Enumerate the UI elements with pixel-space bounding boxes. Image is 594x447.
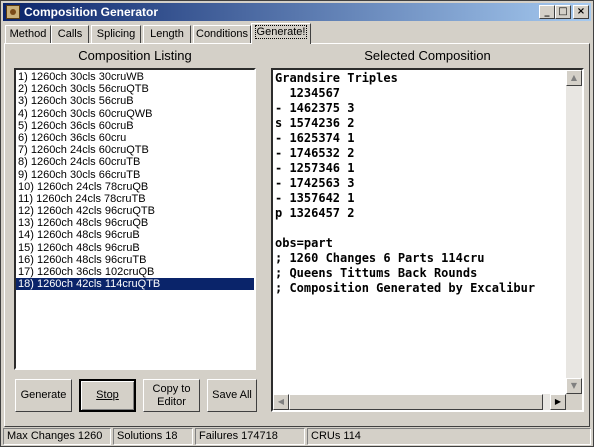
save-all-button-label: Save All xyxy=(212,389,252,401)
status-failures: Failures 174718 xyxy=(195,428,305,445)
maximize-button[interactable]: □ xyxy=(555,5,571,19)
composition-list-item[interactable]: 10) 1260ch 24cls 78cruQB xyxy=(16,181,254,193)
composition-list-item[interactable]: 14) 1260ch 48cls 96cruB xyxy=(16,229,254,241)
arrow-up-icon[interactable]: ▲ xyxy=(566,70,582,86)
composition-line: - 1746532 2 xyxy=(275,146,355,160)
copy-to-editor-label-line2: Editor xyxy=(157,395,186,408)
selected-composition-heading: Selected Composition xyxy=(364,48,491,63)
tab-method-label: Method xyxy=(9,28,47,40)
composition-list-item[interactable]: 8) 1260ch 24cls 60cruTB xyxy=(16,156,254,168)
horizontal-scroll-thumb[interactable] xyxy=(289,394,543,410)
tab-splicing-label: Splicing xyxy=(96,28,136,40)
composition-line: - 1257346 1 xyxy=(275,161,355,175)
composition-line: ; 1260 Changes 6 Parts 114cru xyxy=(275,251,485,265)
tab-calls-label: Calls xyxy=(57,28,83,40)
composition-generator-window: Composition Generator _ □ × Method Calls… xyxy=(0,0,594,447)
tab-length[interactable]: Length xyxy=(143,25,191,43)
copy-to-editor-button[interactable]: Copy to Editor xyxy=(143,379,200,412)
composition-line: - 1742563 3 xyxy=(275,176,355,190)
composition-line: Grandsire Triples xyxy=(275,71,398,85)
composition-line: p 1326457 2 xyxy=(275,206,355,220)
status-max-changes: Max Changes 1260 xyxy=(3,428,111,445)
composition-list-item[interactable]: 18) 1260ch 42cls 114cruQTB xyxy=(16,278,254,291)
arrow-right-icon[interactable]: ▶ xyxy=(550,394,566,410)
composition-list-item[interactable]: 16) 1260ch 48cls 96cruTB xyxy=(16,254,254,266)
composition-line: - 1462375 3 xyxy=(275,101,355,115)
tab-length-label: Length xyxy=(150,28,184,40)
composition-line xyxy=(275,221,535,236)
composition-text[interactable]: Grandsire Triples 1234567- 1462375 3s 15… xyxy=(275,71,535,296)
composition-list-item[interactable]: 2) 1260ch 30cls 56cruQTB xyxy=(16,83,254,95)
composition-list-item[interactable]: 13) 1260ch 48cls 96cruQB xyxy=(16,217,254,229)
composition-listing-heading: Composition Listing xyxy=(78,48,192,63)
vertical-scrollbar[interactable]: ▲ ▼ xyxy=(566,70,582,394)
save-all-button[interactable]: Save All xyxy=(207,379,257,412)
composition-line: obs=part xyxy=(275,236,333,250)
composition-list-item[interactable]: 5) 1260ch 36cls 60cruB xyxy=(16,120,254,132)
composition-list-item[interactable]: 11) 1260ch 24cls 78cruTB xyxy=(16,193,254,205)
arrow-left-icon[interactable]: ◀ xyxy=(273,394,289,410)
composition-list-item[interactable]: 3) 1260ch 30cls 56cruB xyxy=(16,95,254,107)
composition-list-item[interactable]: 7) 1260ch 24cls 60cruQTB xyxy=(16,144,254,156)
composition-line: ; Composition Generated by Excalibur xyxy=(275,281,536,295)
stop-button-label: Stop xyxy=(96,389,119,401)
composition-list-item[interactable]: 4) 1260ch 30cls 60cruQWB xyxy=(16,108,254,120)
app-bell-icon xyxy=(6,5,20,19)
scroll-corner xyxy=(566,394,582,410)
composition-list-item[interactable]: 15) 1260ch 48cls 96cruB xyxy=(16,242,254,254)
composition-list-item[interactable]: 12) 1260ch 42cls 96cruQTB xyxy=(16,205,254,217)
composition-line: - 1625374 1 xyxy=(275,131,355,145)
tab-splicing[interactable]: Splicing xyxy=(91,25,141,43)
status-crus: CRUs 114 xyxy=(307,428,591,445)
status-solutions: Solutions 18 xyxy=(113,428,193,445)
composition-list-item[interactable]: 1) 1260ch 30cls 30cruWB xyxy=(16,71,254,83)
tab-method[interactable]: Method xyxy=(5,25,51,43)
copy-to-editor-label-line1: Copy to xyxy=(152,382,191,395)
composition-list-item[interactable]: 9) 1260ch 30cls 66cruTB xyxy=(16,169,254,181)
title-bar[interactable]: Composition Generator _ □ × xyxy=(3,3,591,21)
window-title: Composition Generator xyxy=(24,5,159,19)
selected-composition-memo[interactable]: Grandsire Triples 1234567- 1462375 3s 15… xyxy=(271,68,584,412)
composition-line: ; Queens Tittums Back Rounds xyxy=(275,266,478,280)
composition-list-item[interactable]: 6) 1260ch 36cls 60cru xyxy=(16,132,254,144)
composition-line: - 1357642 1 xyxy=(275,191,355,205)
tab-conditions[interactable]: Conditions xyxy=(193,25,251,43)
generate-button-label: Generate xyxy=(20,389,67,401)
generate-button[interactable]: Generate xyxy=(15,379,72,412)
composition-line: s 1574236 2 xyxy=(275,116,355,130)
composition-list-item[interactable]: 17) 1260ch 36cls 102cruQB xyxy=(16,266,254,278)
close-button[interactable]: × xyxy=(573,5,589,19)
stop-button[interactable]: Stop xyxy=(79,379,136,412)
tab-generate[interactable]: Generate! xyxy=(251,23,311,44)
horizontal-scrollbar[interactable]: ◀ ▶ xyxy=(273,394,566,410)
composition-listbox[interactable]: 1) 1260ch 30cls 30cruWB 2) 1260ch 30cls 5… xyxy=(14,68,256,370)
tab-conditions-label: Conditions xyxy=(196,28,248,40)
arrow-down-icon[interactable]: ▼ xyxy=(566,378,582,394)
composition-line: 1234567 xyxy=(275,86,341,100)
status-bar: Max Changes 1260 Solutions 18 Failures 1… xyxy=(3,428,591,445)
tab-generate-label: Generate! xyxy=(254,25,308,39)
minimize-button[interactable]: _ xyxy=(539,5,555,19)
tab-calls[interactable]: Calls xyxy=(51,25,89,43)
